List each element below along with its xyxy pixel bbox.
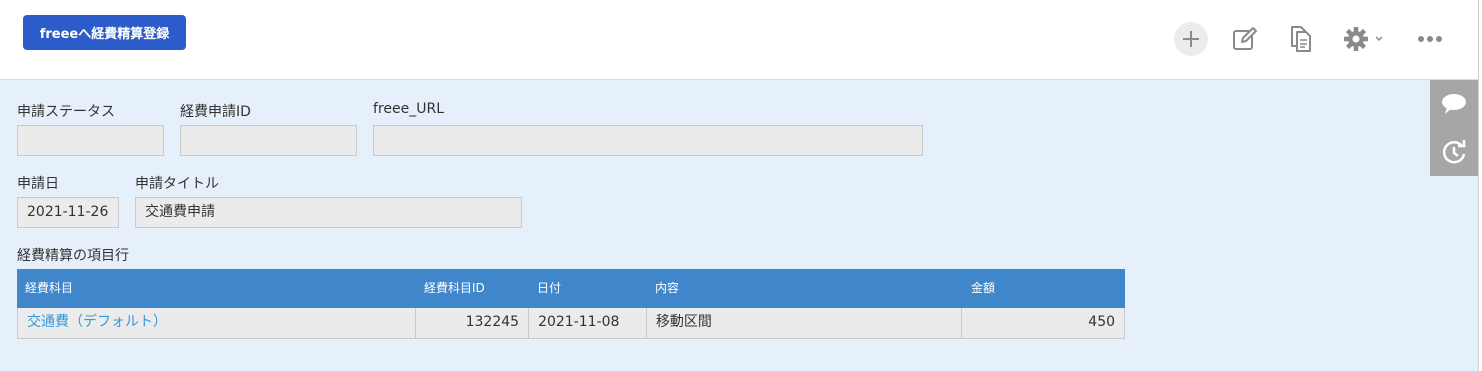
freee-url-label: freee_URL: [373, 101, 444, 117]
freee-register-button[interactable]: freeeへ経費精算登録: [23, 15, 186, 50]
column-header-amount: 金額: [971, 281, 996, 295]
column-header-account-id: 経費科目ID: [424, 281, 485, 295]
record-toolbar: freeeへ経費精算登録: [0, 0, 1478, 80]
edit-icon: [1233, 27, 1257, 50]
title-label: 申請タイトル: [135, 176, 219, 192]
expense-id-field: [180, 125, 357, 156]
settings-button[interactable]: [1339, 22, 1389, 56]
table-row: 交通費（デフォルト） 132245 2021-11-08 移動区間 450: [17, 308, 1125, 339]
right-edge-border: [1478, 0, 1482, 371]
description-cell: 移動区間: [647, 308, 963, 338]
column-header-description: 内容: [655, 281, 680, 295]
column-header-date: 日付: [537, 281, 562, 295]
table-header: 経費科目 経費科目ID 日付 内容 金額: [17, 269, 1125, 308]
edit-record-button[interactable]: [1228, 22, 1262, 56]
gear-icon: [1344, 27, 1368, 51]
amount-cell: 450: [1088, 314, 1116, 330]
account-link[interactable]: 交通費（デフォルト）: [18, 308, 417, 338]
chevron-down-icon: [1375, 36, 1383, 42]
status-label: 申請ステータス: [17, 104, 115, 120]
status-field: [17, 125, 164, 156]
duplicate-icon: [1291, 26, 1311, 52]
more-options-button[interactable]: [1413, 22, 1447, 56]
comment-icon: [1442, 94, 1466, 114]
duplicate-record-button[interactable]: [1284, 22, 1318, 56]
title-field: 交通費申請: [135, 197, 522, 228]
expense-id-label: 経費申請ID: [180, 104, 251, 120]
column-header-account: 経費科目: [25, 281, 74, 295]
freee-url-field: [373, 125, 923, 156]
history-button[interactable]: [1430, 128, 1478, 176]
comments-button[interactable]: [1430, 80, 1478, 128]
account-id-cell: 132245: [416, 308, 530, 338]
plus-icon: [1183, 31, 1199, 47]
apply-date-label: 申請日: [17, 176, 59, 192]
expense-items-label: 経費精算の項目行: [17, 248, 129, 264]
apply-date-field: 2021-11-26: [17, 197, 119, 228]
more-icon: [1418, 36, 1442, 42]
expense-items-table: 経費科目 経費科目ID 日付 内容 金額 交通費（デフォルト） 132245 2…: [17, 269, 1125, 339]
add-record-button[interactable]: [1174, 22, 1208, 56]
date-cell: 2021-11-08: [529, 308, 647, 338]
side-action-rail: [1430, 80, 1478, 176]
history-icon: [1442, 140, 1466, 164]
